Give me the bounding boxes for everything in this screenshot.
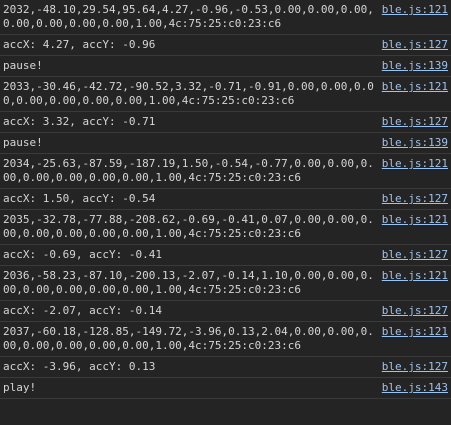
log-source-link[interactable]: ble.js:139 <box>382 136 448 150</box>
log-source-link[interactable]: ble.js:127 <box>382 360 448 374</box>
log-entry: 2035,-32.78,-77.88,-208.62,-0.69,-0.41,0… <box>0 210 451 245</box>
log-entry: accX: 3.32, accY: -0.71 ble.js:127 <box>0 112 451 133</box>
log-message: 2034,-25.63,-87.59,-187.19,1.50,-0.54,-0… <box>3 157 374 184</box>
log-source-link[interactable]: ble.js:127 <box>382 115 448 129</box>
log-message: accX: -0.69, accY: -0.41 <box>3 248 162 261</box>
log-message: accX: 4.27, accY: -0.96 <box>3 38 156 51</box>
log-message: 2037,-60.18,-128.85,-149.72,-3.96,0.13,2… <box>3 325 374 352</box>
log-source-link[interactable]: ble.js:143 <box>382 381 448 395</box>
log-entry: accX: -3.96, accY: 0.13 ble.js:127 <box>0 357 451 378</box>
log-entry: 2037,-60.18,-128.85,-149.72,-3.96,0.13,2… <box>0 322 451 357</box>
log-source-link[interactable]: ble.js:127 <box>382 192 448 206</box>
log-message: 2033,-30.46,-42.72,-90.52,3.32,-0.71,-0.… <box>3 80 374 107</box>
log-entry: 2033,-30.46,-42.72,-90.52,3.32,-0.71,-0.… <box>0 77 451 112</box>
log-message: accX: -2.07, accY: -0.14 <box>3 304 162 317</box>
log-source-link[interactable]: ble.js:121 <box>382 325 448 339</box>
log-message: accX: 1.50, accY: -0.54 <box>3 192 156 205</box>
log-entry: pause! ble.js:139 <box>0 133 451 154</box>
log-message: accX: -3.96, accY: 0.13 <box>3 360 156 373</box>
log-source-link[interactable]: ble.js:127 <box>382 304 448 318</box>
console-log[interactable]: 2032,-48.10,29.54,95.64,4.27,-0.96,-0.53… <box>0 0 451 425</box>
log-source-link[interactable]: ble.js:121 <box>382 157 448 171</box>
log-message: 2032,-48.10,29.54,95.64,4.27,-0.96,-0.53… <box>3 3 374 30</box>
log-entry: accX: -2.07, accY: -0.14 ble.js:127 <box>0 301 451 322</box>
log-entry: pause! ble.js:139 <box>0 56 451 77</box>
log-message: pause! <box>3 59 43 72</box>
log-source-link[interactable]: ble.js:121 <box>382 269 448 283</box>
log-entry: play! ble.js:143 <box>0 378 451 399</box>
log-source-link[interactable]: ble.js:121 <box>382 213 448 227</box>
log-message: 2036,-58.23,-87.10,-200.13,-2.07,-0.14,1… <box>3 269 374 296</box>
log-entry: 2032,-48.10,29.54,95.64,4.27,-0.96,-0.53… <box>0 0 451 35</box>
log-message: accX: 3.32, accY: -0.71 <box>3 115 156 128</box>
log-entry: accX: 4.27, accY: -0.96 ble.js:127 <box>0 35 451 56</box>
log-source-link[interactable]: ble.js:139 <box>382 59 448 73</box>
log-entry: accX: 1.50, accY: -0.54 ble.js:127 <box>0 189 451 210</box>
log-entry: 2036,-58.23,-87.10,-200.13,-2.07,-0.14,1… <box>0 266 451 301</box>
log-entry: 2034,-25.63,-87.59,-187.19,1.50,-0.54,-0… <box>0 154 451 189</box>
log-source-link[interactable]: ble.js:127 <box>382 248 448 262</box>
log-message: 2035,-32.78,-77.88,-208.62,-0.69,-0.41,0… <box>3 213 374 240</box>
log-message: play! <box>3 381 37 394</box>
log-source-link[interactable]: ble.js:121 <box>382 3 448 17</box>
log-entry: accX: -0.69, accY: -0.41 ble.js:127 <box>0 245 451 266</box>
log-message: pause! <box>3 136 43 149</box>
log-source-link[interactable]: ble.js:127 <box>382 38 448 52</box>
log-source-link[interactable]: ble.js:121 <box>382 80 448 94</box>
